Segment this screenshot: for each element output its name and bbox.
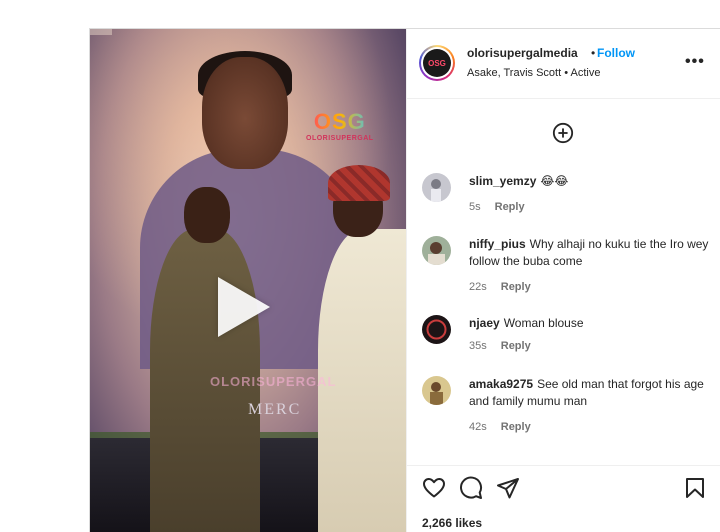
comment-icon[interactable]: [459, 476, 483, 500]
comment-time[interactable]: 5s: [469, 201, 481, 213]
comment-body: Woman blouse: [503, 316, 584, 330]
reply-button[interactable]: Reply: [501, 281, 531, 293]
reply-button[interactable]: Reply: [501, 421, 531, 433]
comment-meta: 22s Reply: [469, 281, 531, 293]
author-avatar-text: OSG: [423, 49, 451, 77]
comment-time[interactable]: 35s: [469, 340, 487, 352]
send-icon[interactable]: [496, 476, 520, 500]
comment-text: njaey Woman blouse: [469, 315, 709, 332]
author-username[interactable]: olorisupergalmedia: [467, 46, 578, 60]
more-icon[interactable]: •••: [685, 53, 705, 71]
reply-button[interactable]: Reply: [501, 340, 531, 352]
post-dialog: OSG OLORISUPERGAL OLORISUPERGAL MERC OSG…: [89, 28, 720, 532]
comment-username[interactable]: niffy_pius: [469, 237, 526, 251]
comment-time[interactable]: 42s: [469, 421, 487, 433]
video-logo-text: OSG: [306, 109, 374, 135]
video-logo-sub: OLORISUPERGAL: [306, 135, 374, 142]
video-watermark: OLORISUPERGAL: [210, 374, 337, 389]
bookmark-icon[interactable]: [683, 476, 707, 500]
commenter-avatar[interactable]: [422, 173, 451, 202]
avatar-image: [422, 173, 451, 202]
comment-meta: 42s Reply: [469, 421, 531, 433]
comment-meta: 5s Reply: [469, 201, 525, 213]
comment-text: amaka9275 See old man that forgot his age…: [469, 376, 709, 410]
play-icon[interactable]: [218, 277, 270, 337]
comment-username[interactable]: njaey: [469, 316, 500, 330]
comment-text: slim_yemzy 😂😂: [469, 173, 709, 190]
comment-username[interactable]: amaka9275: [469, 377, 533, 391]
author-avatar[interactable]: OSG: [419, 45, 455, 81]
avatar-image: [422, 376, 451, 405]
avatar-image: [422, 315, 451, 344]
post-side-panel: OSG olorisupergalmedia • Follow Asake, T…: [406, 29, 720, 532]
video-logo: OSG OLORISUPERGAL: [306, 109, 374, 142]
audio-info[interactable]: Asake, Travis Scott • Active: [467, 67, 600, 79]
like-count[interactable]: 2,266 likes: [422, 516, 482, 530]
commenter-avatar[interactable]: [422, 236, 451, 265]
person-left-head: [184, 187, 230, 243]
header-separator: •: [591, 46, 596, 60]
corner-light: [90, 29, 112, 35]
comment-text: niffy_pius Why alhaji no kuku tie the Iro…: [469, 236, 709, 270]
commenter-avatar[interactable]: [422, 376, 451, 405]
reply-button[interactable]: Reply: [495, 201, 525, 213]
comment-body: 😂😂: [540, 174, 569, 188]
heart-icon[interactable]: [422, 476, 446, 500]
comment-username[interactable]: slim_yemzy: [469, 174, 536, 188]
backdrop-figure-face: [202, 57, 288, 169]
commenter-avatar[interactable]: [422, 315, 451, 344]
backdrop-text: MERC: [248, 401, 302, 418]
avatar-image: [422, 236, 451, 265]
follow-button[interactable]: Follow: [597, 46, 635, 60]
plus-circle-icon[interactable]: [552, 122, 574, 144]
post-header: OSG olorisupergalmedia • Follow Asake, T…: [407, 29, 720, 99]
comment-time[interactable]: 22s: [469, 281, 487, 293]
comment-meta: 35s Reply: [469, 340, 531, 352]
post-video[interactable]: OSG OLORISUPERGAL OLORISUPERGAL MERC: [90, 29, 406, 532]
person-right-cap: [328, 165, 390, 201]
post-actions: 2,266 likes: [407, 465, 720, 532]
